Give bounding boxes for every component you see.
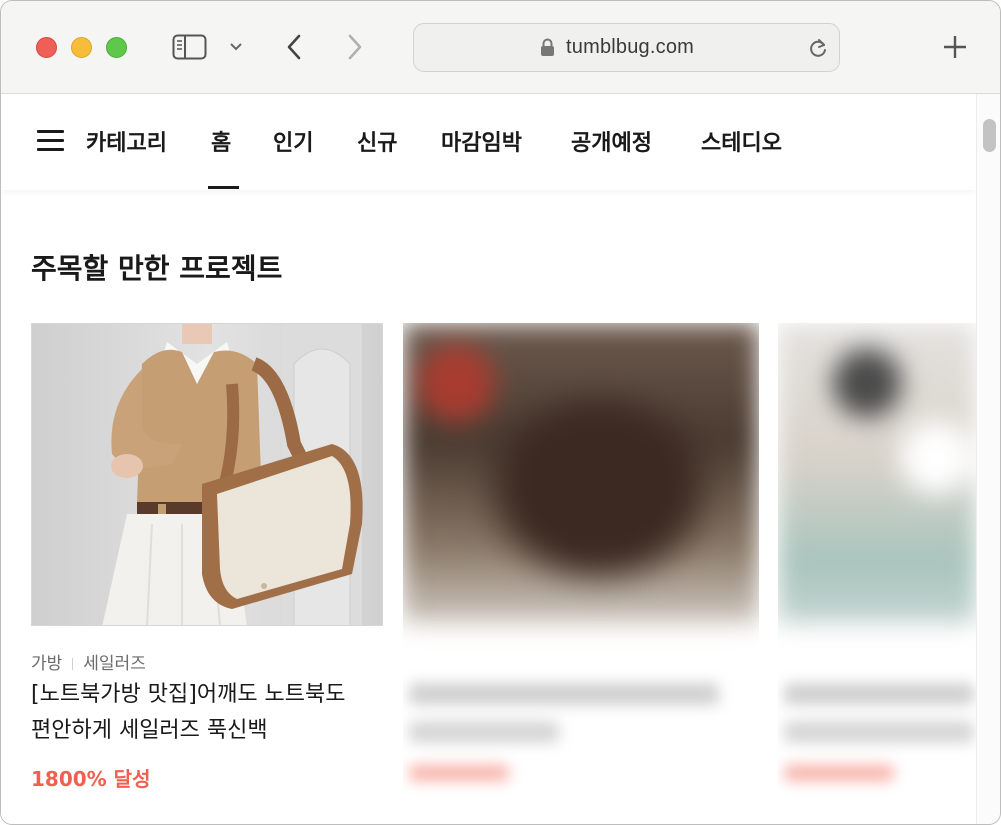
minimize-window-button[interactable] <box>71 37 92 58</box>
project-meta: 가방 세일러즈 <box>31 649 146 674</box>
project-category[interactable]: 가방 <box>31 654 62 674</box>
plus-icon[interactable] <box>942 34 968 60</box>
browser-toolbar: tumblbug.com <box>1 1 1000 94</box>
url-text: tumblbug.com <box>566 36 695 58</box>
project-thumbnail[interactable] <box>31 323 383 626</box>
project-title-line: 편안하게 세일러즈 푹신백 <box>31 718 268 743</box>
nav-item-upcoming[interactable]: 공개예정 <box>571 125 652 157</box>
hamburger-icon[interactable] <box>37 130 65 152</box>
project-funding-status: 1800% 달성 <box>31 767 151 791</box>
browser-window: tumblbug.com 카테고리 홈 인기 신규 마감임박 공개예정 스테디오… <box>0 0 1001 825</box>
close-window-button[interactable] <box>36 37 57 58</box>
scrollbar-thumb[interactable] <box>983 119 996 152</box>
blurred-title-line <box>409 683 719 705</box>
address-bar[interactable]: tumblbug.com <box>413 23 840 72</box>
blurred-title-line <box>784 683 974 705</box>
reload-icon[interactable] <box>807 37 829 59</box>
project-title-line: [노트북가방 맛집]어깨도 노트북도 <box>31 682 346 707</box>
project-thumbnail[interactable] <box>403 323 759 623</box>
section-title: 주목할 만한 프로젝트 <box>31 252 283 285</box>
project-creator[interactable]: 세일러즈 <box>83 654 146 674</box>
chevron-down-icon[interactable] <box>227 38 245 56</box>
project-title[interactable]: [노트북가방 맛집]어깨도 노트북도 편안하게 세일러즈 푹신백 <box>31 677 383 749</box>
zoom-window-button[interactable] <box>106 37 127 58</box>
blurred-status <box>784 765 894 781</box>
web-page: 카테고리 홈 인기 신규 마감임박 공개예정 스테디오 주목할 만한 프로젝트 <box>1 94 976 824</box>
nav-item-category[interactable]: 카테고리 <box>86 125 167 157</box>
sidebar-icon[interactable] <box>172 34 207 60</box>
project-card-blurred[interactable] <box>403 323 759 803</box>
project-card-blurred[interactable] <box>778 323 976 803</box>
nav-item-closing-soon[interactable]: 마감임박 <box>441 125 522 157</box>
scrollbar[interactable] <box>976 94 1000 824</box>
nav-item-popular[interactable]: 인기 <box>273 125 313 157</box>
nav-item-new[interactable]: 신규 <box>357 125 397 157</box>
blurred-title-line <box>784 721 974 743</box>
project-thumbnail[interactable] <box>778 323 976 623</box>
meta-divider <box>72 658 74 670</box>
blurred-status <box>409 765 509 781</box>
lock-icon <box>540 38 555 57</box>
nav-item-home[interactable]: 홈 <box>211 125 231 157</box>
nav-item-studio[interactable]: 스테디오 <box>701 125 782 157</box>
site-nav: 카테고리 홈 인기 신규 마감임박 공개예정 스테디오 <box>1 94 976 190</box>
blurred-title-line <box>409 721 559 743</box>
chevron-right-icon[interactable] <box>344 32 366 62</box>
active-tab-indicator <box>208 186 239 189</box>
chevron-left-icon[interactable] <box>283 32 305 62</box>
